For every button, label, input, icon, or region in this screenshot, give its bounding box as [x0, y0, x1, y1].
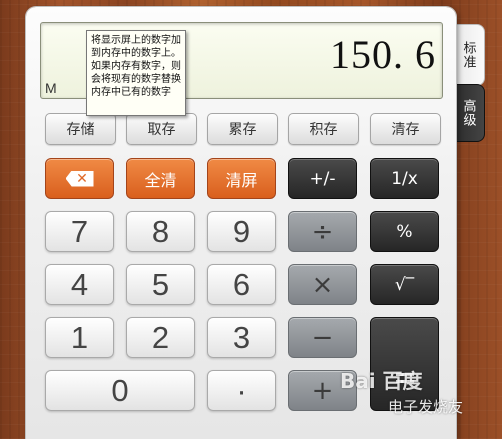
digit-5-button[interactable]: 5 — [126, 264, 195, 305]
sqrt-button[interactable]: √‾ — [370, 264, 439, 305]
memory-multiply-button[interactable]: 积存 — [288, 113, 359, 145]
tab-standard[interactable]: 标准 — [452, 24, 485, 86]
digit-4-button[interactable]: 4 — [45, 264, 114, 305]
multiply-button[interactable]: × — [288, 264, 357, 305]
memory-clear-button[interactable]: 清存 — [370, 113, 441, 145]
backspace-icon: ✕ — [65, 170, 94, 187]
percent-button[interactable]: % — [370, 211, 439, 252]
clear-screen-button[interactable]: 清屏 — [207, 158, 276, 199]
memory-recall-button[interactable]: 取存 — [126, 113, 197, 145]
digit-8-button[interactable]: 8 — [126, 211, 195, 252]
decimal-point-button[interactable]: · — [207, 370, 276, 411]
reciprocal-button[interactable]: 1/x — [370, 158, 439, 199]
clear-all-button[interactable]: 全清 — [126, 158, 195, 199]
memory-indicator: M — [45, 80, 57, 96]
tab-advanced[interactable]: 高级 — [452, 84, 485, 142]
digit-6-button[interactable]: 6 — [207, 264, 276, 305]
digit-9-button[interactable]: 9 — [207, 211, 276, 252]
digit-0-button[interactable]: 0 — [45, 370, 195, 411]
digit-1-button[interactable]: 1 — [45, 317, 114, 358]
memory-store-button[interactable]: 存储 — [45, 113, 116, 145]
minus-button[interactable]: − — [288, 317, 357, 358]
digit-3-button[interactable]: 3 — [207, 317, 276, 358]
divide-button[interactable]: ÷ — [288, 211, 357, 252]
digit-7-button[interactable]: 7 — [45, 211, 114, 252]
backspace-button[interactable]: ✕ — [45, 158, 114, 199]
tooltip: 将显示屏上的数字加到内存中的数字上。如果内存有数字，则会将现有的数字替换内存中已… — [86, 30, 186, 116]
memory-add-button[interactable]: 累存 — [207, 113, 278, 145]
watermark-sub: 电子发烧友 — [388, 398, 464, 416]
negate-button[interactable]: +/- — [288, 158, 357, 199]
digit-2-button[interactable]: 2 — [126, 317, 195, 358]
watermark-brand: Bai 百度 — [340, 369, 423, 393]
display-value: 150. 6 — [330, 32, 436, 77]
